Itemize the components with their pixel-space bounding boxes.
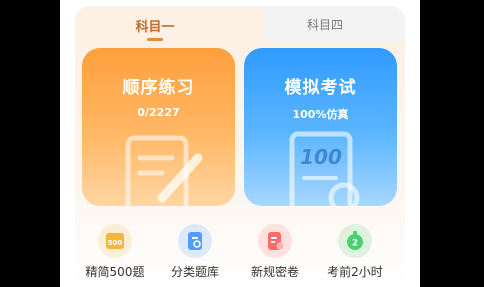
shortcut-label: 分类题库 (170, 265, 219, 279)
shortcut-label: 考前2小时 (327, 265, 383, 279)
shortcut-category-bank[interactable]: 分类题库 (155, 224, 235, 280)
two-hour-timer-icon: 2 (338, 224, 372, 258)
shortcut-label: 精简500题 (85, 265, 145, 279)
shortcut-label: 新规密卷 (250, 265, 299, 279)
svg-text:2: 2 (352, 239, 358, 249)
mock-exam-card[interactable]: 模拟考试 100%仿真 100 (244, 48, 397, 206)
sequence-practice-progress: 0/2227 (137, 106, 180, 119)
exam-paper-icon: 100 (289, 131, 360, 206)
mock-exam-subtitle: 100%仿真 (292, 108, 349, 121)
paper-pencil-icon (125, 135, 203, 206)
active-tab-indicator (147, 38, 163, 41)
category-bank-icon (178, 224, 212, 258)
sequence-practice-card[interactable]: 顺序练习 0/2227 (82, 48, 235, 206)
500-book-icon: 500 (98, 224, 132, 258)
sequence-practice-title: 顺序练习 (122, 78, 195, 98)
shortcut-500-questions[interactable]: 500 精简500题 (75, 224, 155, 280)
exam-score-text: 100 (300, 145, 342, 169)
tab-subject-four[interactable]: 科目四 (290, 16, 360, 33)
mock-exam-title: 模拟考试 (284, 78, 357, 98)
new-rules-paper-icon (258, 224, 292, 258)
phone-screen: 科目一 科目四 顺序练习 0/2227 模拟考试 100%仿真 100 500 (60, 0, 420, 287)
svg-text:500: 500 (108, 239, 123, 247)
tab-subject-one[interactable]: 科目一 (120, 16, 190, 35)
shortcut-new-rules-paper[interactable]: 新规密卷 (235, 224, 315, 280)
shortcut-two-hours[interactable]: 2 考前2小时 (315, 224, 395, 280)
